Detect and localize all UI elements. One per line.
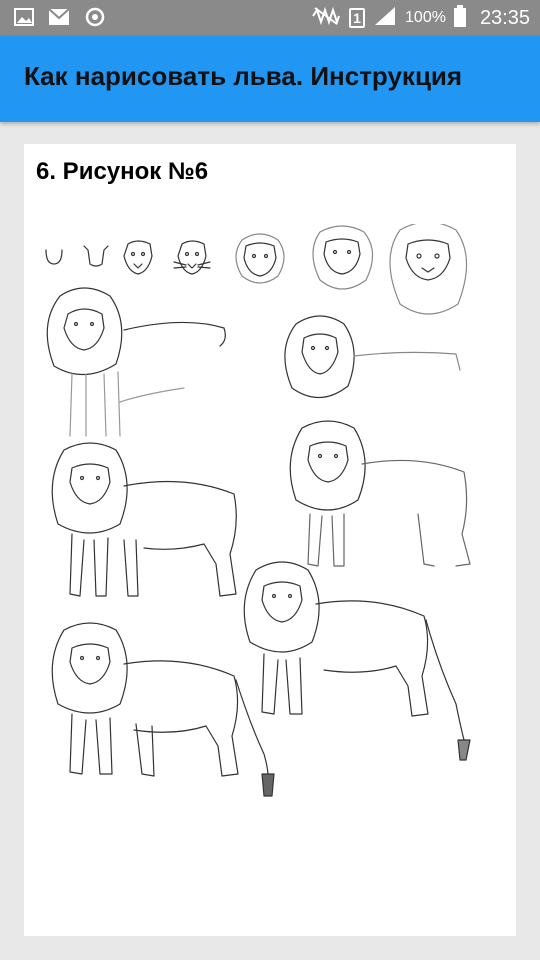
lion-step-2 (284, 315, 461, 399)
battery-icon (453, 4, 466, 32)
content-card: 6. Рисунок №6 (24, 144, 516, 936)
lion-step-1 (46, 287, 226, 437)
clock: 23:35 (479, 6, 530, 29)
signal-icon (373, 5, 397, 32)
head-step-7 (389, 224, 468, 315)
sim-slot-badge: 1 (349, 8, 366, 28)
lion-drawing-steps-illustration (45, 224, 471, 797)
lion-step-4 (289, 420, 471, 567)
head-step-6-face (323, 238, 361, 275)
status-bar: 1 100% 23:35 (0, 0, 540, 36)
head-step-6 (312, 225, 374, 290)
app-bar: Как нарисовать льва. Инструкция (0, 36, 540, 122)
head-step-1 (45, 249, 63, 265)
mail-icon (48, 8, 70, 31)
image-icon (14, 7, 34, 32)
battery-percent: 100% (405, 9, 446, 26)
mute-icon (311, 6, 341, 31)
head-step-4 (173, 240, 211, 275)
app-bar-title: Как нарисовать льва. Инструкция (24, 61, 463, 91)
lion-step-6 (51, 622, 275, 797)
lion-step-5 (243, 561, 471, 761)
head-step-2 (83, 245, 109, 267)
head-step-7-face (405, 239, 451, 281)
sync-icon (84, 6, 106, 33)
head-step-3 (123, 240, 153, 275)
head-step-5-face (243, 242, 277, 277)
section-title: 6. Рисунок №6 (36, 158, 209, 185)
lion-step-3 (51, 442, 237, 597)
